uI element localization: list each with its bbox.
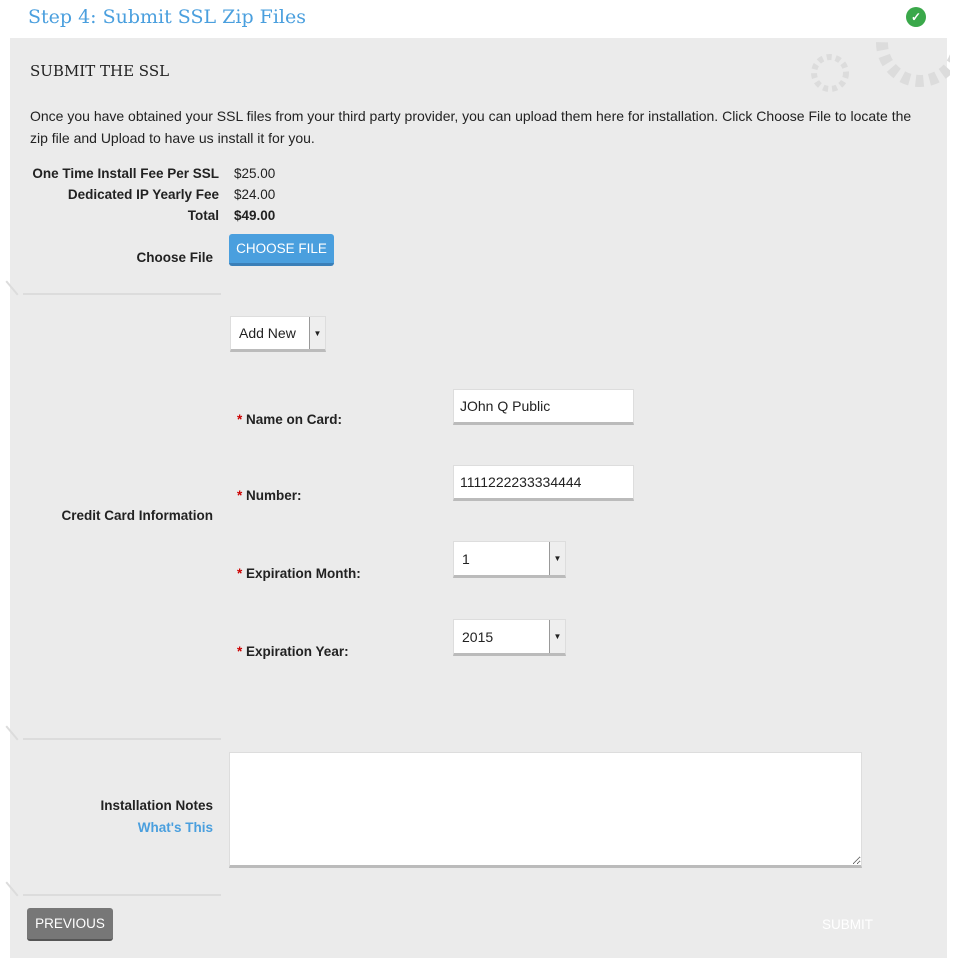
section-title: SUBMIT THE SSL <box>30 62 170 80</box>
install-fee-value: $25.00 <box>234 166 276 181</box>
ip-fee-label: Dedicated IP Yearly Fee <box>67 187 219 202</box>
dropdown-arrow-icon: ▼ <box>309 317 325 349</box>
ip-fee-value: $24.00 <box>234 187 276 202</box>
expiration-year-select[interactable]: 2015 ▼ <box>453 619 566 656</box>
choose-file-button[interactable]: CHOOSE FILE <box>229 234 334 266</box>
gear-decoration-icon <box>811 38 950 92</box>
whats-this-link[interactable]: What's This <box>138 820 213 835</box>
expiration-month-value: 1 <box>462 550 470 567</box>
required-marker: * <box>237 566 243 581</box>
divider <box>23 738 221 740</box>
divider <box>23 894 221 896</box>
credit-card-label: Credit Card Information <box>61 508 213 523</box>
divider <box>23 293 221 295</box>
expiration-month-select[interactable]: 1 ▼ <box>453 541 566 578</box>
required-marker: * <box>237 488 243 503</box>
check-circle-icon: ✓ <box>906 7 926 27</box>
install-fee-label: One Time Install Fee Per SSL <box>32 166 219 181</box>
required-marker: * <box>237 644 243 659</box>
previous-button[interactable]: PREVIOUS <box>27 908 113 941</box>
submit-button[interactable]: SUBMIT <box>822 917 873 932</box>
total-label: Total <box>187 208 219 223</box>
expiration-year-label: Expiration Year: <box>246 644 349 659</box>
card-select[interactable]: Add New ▼ <box>230 316 326 352</box>
dropdown-arrow-icon: ▼ <box>549 620 565 653</box>
expiration-month-label: Expiration Month: <box>246 566 361 581</box>
installation-notes-label: Installation Notes <box>100 798 213 813</box>
required-marker: * <box>237 412 243 427</box>
installation-notes-textarea[interactable] <box>229 752 862 868</box>
section-description: Once you have obtained your SSL files fr… <box>30 108 912 146</box>
name-on-card-input[interactable]: JOhn Q Public <box>453 389 634 425</box>
expiration-year-value: 2015 <box>462 628 494 645</box>
ssl-panel: SUBMIT THE SSL Once you have obtained yo… <box>10 38 950 958</box>
choose-file-label: Choose File <box>136 250 213 265</box>
card-number-label: Number: <box>246 488 302 503</box>
step-title[interactable]: Step 4: Submit SSL Zip Files <box>28 6 306 28</box>
name-on-card-label: Name on Card: <box>246 412 343 427</box>
dropdown-arrow-icon: ▼ <box>549 542 565 575</box>
card-select-value: Add New <box>239 325 296 341</box>
total-value: $49.00 <box>234 208 276 223</box>
card-number-input[interactable]: 1111222233334444 <box>453 465 634 501</box>
